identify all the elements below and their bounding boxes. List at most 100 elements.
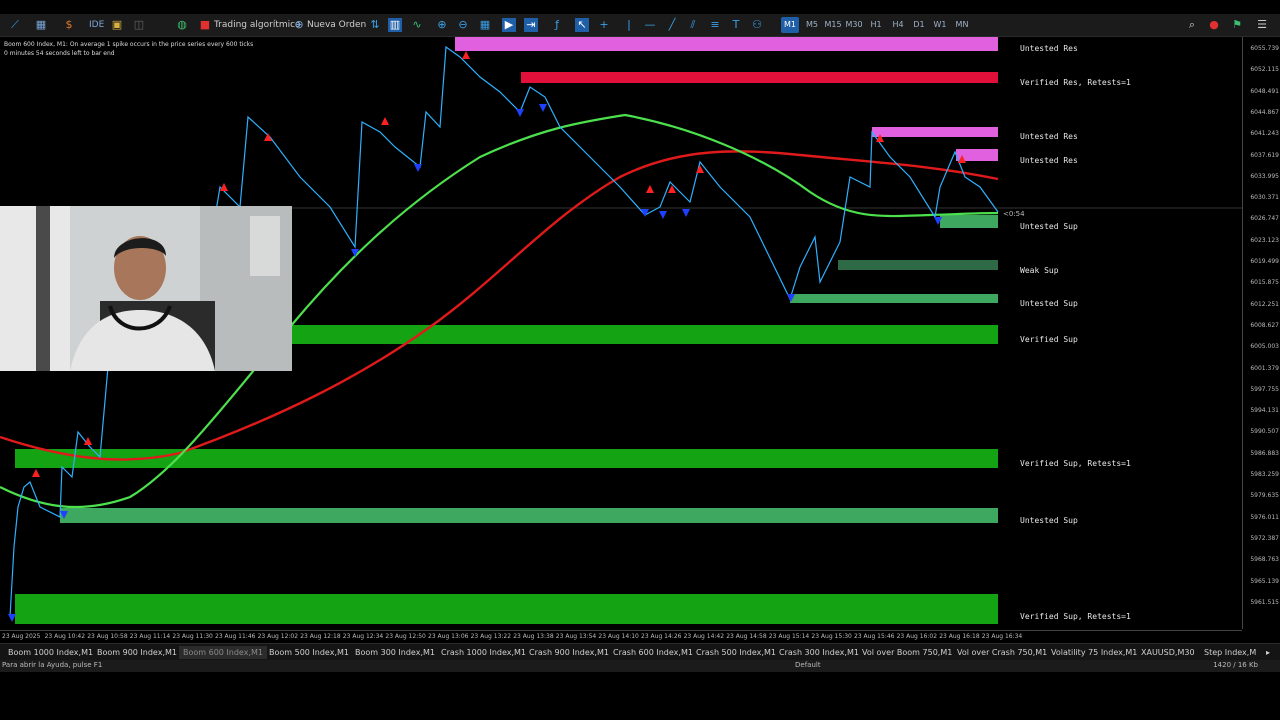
horizontal-line-icon[interactable]: — xyxy=(643,18,657,32)
price-tick: 6044.867 xyxy=(1250,108,1279,116)
timeframe-m5[interactable]: M5 xyxy=(803,17,821,33)
bar-chart-icon[interactable]: ▥ xyxy=(388,18,402,32)
new-order-button[interactable]: Nueva Orden xyxy=(307,17,366,33)
time-tick: 23 Aug 14:58 xyxy=(726,633,767,640)
price-tick: 5968.763 xyxy=(1250,556,1279,564)
zoom-out-icon[interactable]: ⊖ xyxy=(456,18,470,32)
symbol-tab[interactable]: Volatility 75 Index,M1 xyxy=(1047,646,1141,659)
time-tick: 23 Aug 10:42 xyxy=(44,633,86,640)
symbol-tab[interactable]: Vol over Boom 750,M1 xyxy=(858,646,956,659)
menu-icon[interactable]: ☰ xyxy=(1255,18,1269,32)
search-icon[interactable]: ⌕ xyxy=(1185,18,1199,32)
price-tick: 6023.123 xyxy=(1250,236,1279,244)
profile-label[interactable]: Default xyxy=(795,661,821,669)
line-chart-icon[interactable]: ∿ xyxy=(410,18,424,32)
zone-verified-sup-retest-1 xyxy=(15,449,998,468)
symbol-tab[interactable]: Boom 300 Index,M1 xyxy=(351,646,439,659)
autoscroll-icon[interactable]: ▶ xyxy=(502,18,516,32)
symbol-tab[interactable]: Boom 500 Index,M1 xyxy=(265,646,353,659)
account-icon[interactable]: ⚑ xyxy=(1230,18,1244,32)
chart-title: Boom 600 Index, M1: On average 1 spike o… xyxy=(4,40,253,58)
price-tick: 5965.139 xyxy=(1250,577,1279,585)
zone-label: Untested Res xyxy=(1020,132,1078,141)
zone-untested-sup-2 xyxy=(790,294,998,303)
price-tick: 6019.499 xyxy=(1250,258,1279,265)
algo-trading-button[interactable]: Trading algorítmico xyxy=(214,17,301,33)
symbol-tab[interactable]: Boom 900 Index,M1 xyxy=(93,646,181,659)
price-tick: 5986.883 xyxy=(1250,449,1279,457)
text-icon[interactable]: T xyxy=(729,18,743,32)
webcam-overlay xyxy=(0,206,292,371)
ide-button[interactable]: IDE xyxy=(89,17,104,33)
price-tick: 5990.507 xyxy=(1250,428,1279,436)
timeframe-m1[interactable]: M1 xyxy=(781,17,799,33)
signals-icon[interactable]: ◫ xyxy=(132,18,146,32)
chart-shift-icon[interactable]: ⇥ xyxy=(524,18,538,32)
notifications-icon[interactable]: ● xyxy=(1207,18,1221,32)
vertical-line-icon[interactable]: | xyxy=(622,18,636,32)
timeframe-mn[interactable]: MN xyxy=(953,17,971,33)
shop-icon[interactable]: ▣ xyxy=(110,18,124,32)
symbol-tab[interactable]: Crash 500 Index,M1 xyxy=(692,646,780,659)
time-tick: 23 Aug 13:54 xyxy=(555,633,597,640)
symbol-tab[interactable]: Step Index,M xyxy=(1200,646,1260,659)
symbol-tab[interactable]: Crash 600 Index,M1 xyxy=(609,646,697,659)
zoom-in-icon[interactable]: ⊕ xyxy=(435,18,449,32)
price-tick: 5976.011 xyxy=(1250,513,1279,521)
timeframe-m30[interactable]: M30 xyxy=(845,17,863,33)
zone-label: Untested Sup xyxy=(1020,299,1078,308)
symbol-tab[interactable]: Crash 300 Index,M1 xyxy=(775,646,863,659)
timeframe-h1[interactable]: H1 xyxy=(867,17,885,33)
time-axis[interactable]: 23 Aug 2025 23 Aug 10:42 23 Aug 10:58 23 Au… xyxy=(0,630,1242,643)
symbol-tab[interactable]: XAUUSD,M30 xyxy=(1137,646,1199,659)
depth-icon[interactable]: ⇅ xyxy=(368,18,382,32)
chart-title-line: Boom 600 Index, M1: On average 1 spike o… xyxy=(4,41,254,48)
new-chart-icon[interactable]: ▦ xyxy=(34,18,48,32)
fibonacci-icon[interactable]: ≡ xyxy=(708,18,722,32)
trendline-icon[interactable]: ╱ xyxy=(665,18,679,32)
price-tick: 6012.251 xyxy=(1250,300,1279,308)
new-order-icon[interactable]: ⊕ xyxy=(292,18,306,32)
time-tick: 23 Aug 11:46 xyxy=(215,633,256,640)
symbol-tab[interactable]: Boom 600 Index,M1 xyxy=(179,646,267,659)
timeframe-d1[interactable]: D1 xyxy=(910,17,928,33)
time-tick: 23 Aug 14:42 xyxy=(683,633,725,640)
zone-label: Untested Sup xyxy=(1020,516,1078,525)
cursor-icon[interactable]: ↖ xyxy=(575,18,589,32)
price-tick: 6052.115 xyxy=(1250,66,1279,74)
chart-type-icon[interactable]: ⟋ xyxy=(8,18,22,32)
shapes-icon[interactable]: ⚇ xyxy=(750,18,764,32)
time-tick: 23 Aug 12:34 xyxy=(342,633,384,640)
crosshair-icon[interactable]: + xyxy=(597,18,611,32)
zone-label: Untested Res xyxy=(1020,44,1078,53)
timeframe-h4[interactable]: H4 xyxy=(889,17,907,33)
symbol-tab[interactable]: Vol over Crash 750,M1 xyxy=(953,646,1051,659)
symbol-tab[interactable]: Boom 1000 Index,M1 xyxy=(4,646,97,659)
zone-untested-sup-1 xyxy=(940,215,998,228)
traffic-label: 1420 / 16 Kb xyxy=(1213,661,1258,669)
zone-weak-sup xyxy=(838,260,998,270)
algo-trading-icon[interactable]: ■ xyxy=(198,18,212,32)
globe-icon[interactable]: ◍ xyxy=(175,18,189,32)
time-tick: 23 Aug 15:14 xyxy=(768,633,810,640)
status-bar: Para abrir la Ayuda, pulse F1 Default 14… xyxy=(0,660,1280,672)
price-tick: 5979.635 xyxy=(1250,492,1279,500)
symbol-tab[interactable]: Crash 900 Index,M1 xyxy=(525,646,613,659)
time-tick: 23 Aug 13:06 xyxy=(428,633,469,640)
price-tick: 6030.371 xyxy=(1250,194,1279,202)
grid-icon[interactable]: ▦ xyxy=(478,18,492,32)
timeframe-w1[interactable]: W1 xyxy=(931,17,949,33)
timeframe-m15[interactable]: M15 xyxy=(824,17,842,33)
symbol-tab[interactable]: Crash 1000 Index,M1 xyxy=(437,646,530,659)
market-watch-icon[interactable]: $ xyxy=(62,18,76,32)
price-tick: 5972.387 xyxy=(1250,534,1279,542)
price-axis[interactable]: 6055.739 6052.115 6048.491 6044.867 6041.243… xyxy=(1242,37,1280,629)
price-tick: 6005.003 xyxy=(1250,343,1279,351)
channel-icon[interactable]: ⫽ xyxy=(686,18,700,32)
tabs-scroll-right-icon[interactable]: ▸ xyxy=(1262,646,1274,659)
time-tick: 23 Aug 15:30 xyxy=(811,633,852,640)
time-tick: 23 Aug 12:18 xyxy=(300,633,341,640)
indicators-icon[interactable]: ƒ xyxy=(550,18,564,32)
price-tick: 5997.755 xyxy=(1250,385,1279,393)
price-tick: 5983.259 xyxy=(1250,471,1279,478)
